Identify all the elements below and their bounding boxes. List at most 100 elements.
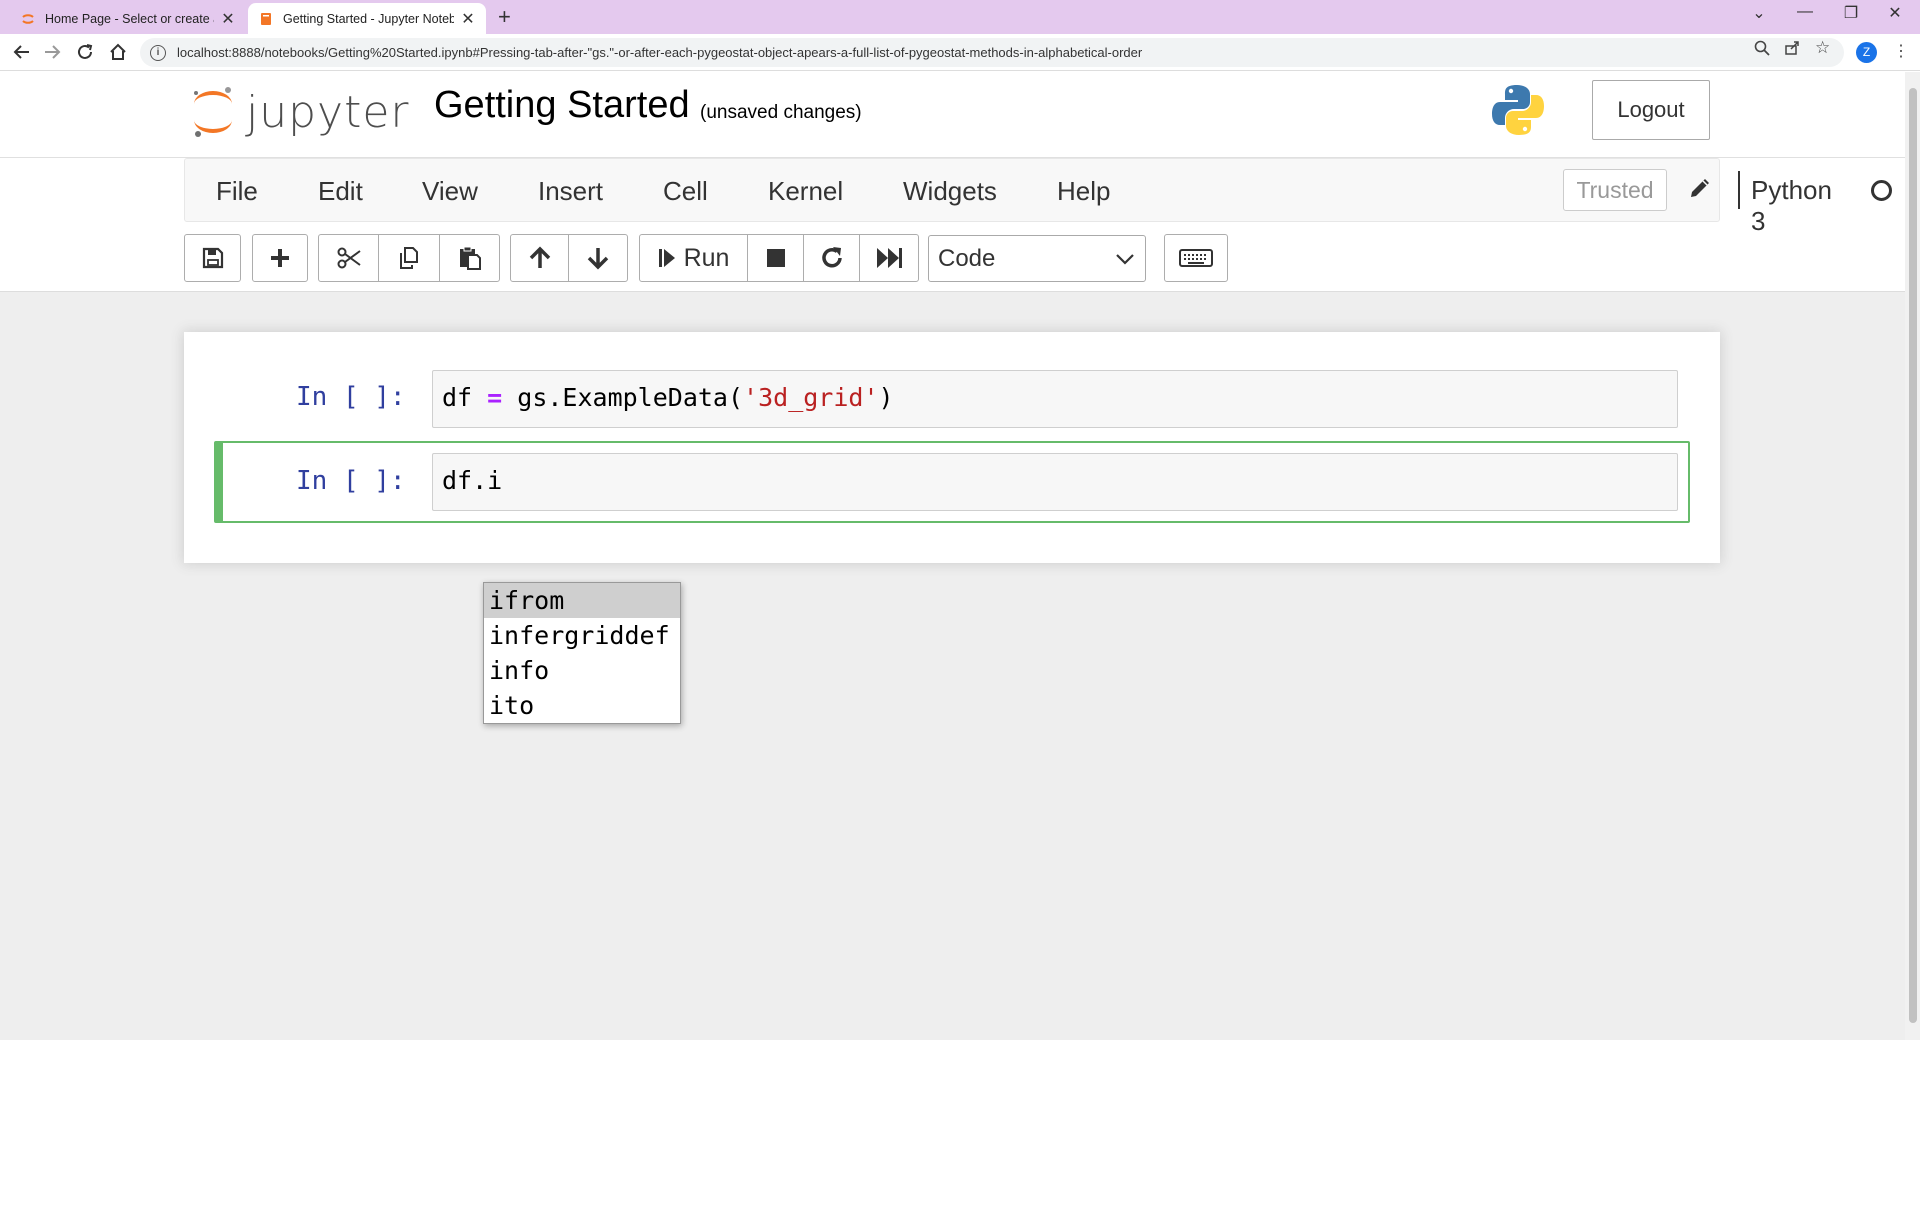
save-status: (unsaved changes)	[700, 102, 862, 123]
close-tab-icon[interactable]: ✕	[460, 9, 476, 29]
jupyter-favicon-icon	[20, 11, 36, 27]
scrollbar-thumb[interactable]	[1909, 88, 1917, 1023]
cell-type-value: Code	[938, 244, 996, 272]
blank-area	[0, 1040, 1920, 1208]
code-cell-selected[interactable]: In [ ]: df.i	[214, 441, 1690, 523]
code-editor[interactable]: df = gs.ExampleData('3d_grid')	[432, 370, 1678, 428]
code-token-operator: =	[472, 383, 518, 412]
menu-kernel[interactable]: Kernel	[768, 176, 843, 207]
close-window-icon[interactable]: ✕	[1880, 3, 1910, 23]
save-button[interactable]	[185, 235, 240, 281]
logout-button[interactable]: Logout	[1592, 80, 1710, 140]
close-tab-icon[interactable]: ✕	[220, 9, 236, 29]
insert-cell-button[interactable]	[253, 235, 307, 281]
run-button[interactable]: Run	[640, 235, 748, 281]
python-logo-icon	[1490, 82, 1546, 143]
code-line: df.i	[442, 466, 503, 495]
copy-icon	[400, 247, 418, 269]
new-tab-button[interactable]: +	[498, 4, 511, 30]
code-token: df	[442, 383, 473, 412]
address-bar[interactable]: i localhost:8888/notebooks/Getting%20Sta…	[140, 38, 1844, 67]
refresh-icon	[821, 247, 842, 268]
command-palette-button[interactable]	[1165, 235, 1227, 281]
restart-run-all-button[interactable]	[860, 235, 918, 281]
paste-icon	[459, 246, 481, 270]
paste-button[interactable]	[440, 235, 499, 281]
jupyter-logo[interactable]: jupyter	[190, 84, 410, 140]
completion-option[interactable]: infergriddef	[484, 618, 680, 653]
completion-option[interactable]: ito	[484, 688, 680, 723]
move-down-button[interactable]	[569, 235, 627, 281]
browser-tab-home[interactable]: Home Page - Select or create a n ✕	[10, 3, 246, 34]
toolbar-group-save	[184, 234, 241, 282]
notebook-favicon-icon	[258, 11, 274, 27]
code-cell[interactable]: In [ ]: df = gs.ExampleData('3d_grid')	[214, 370, 1690, 428]
move-up-button[interactable]	[511, 235, 569, 281]
jupyter-logo-icon	[194, 87, 232, 137]
share-icon[interactable]	[1784, 40, 1800, 60]
code-token: gs.ExampleData(	[517, 383, 744, 412]
menu-cell[interactable]: Cell	[663, 176, 708, 207]
step-forward-icon	[658, 249, 675, 267]
restart-kernel-button[interactable]	[804, 235, 860, 281]
arrow-down-icon	[587, 248, 609, 270]
completion-option[interactable]: info	[484, 653, 680, 688]
toolbar-group-move	[510, 234, 628, 282]
kernel-separator	[1738, 171, 1740, 209]
code-token: )	[878, 383, 894, 412]
menu-insert[interactable]: Insert	[538, 176, 603, 207]
jupyter-page: jupyter Getting Started (unsaved changes…	[0, 72, 1905, 1040]
autocomplete-dropdown[interactable]: ifrom infergriddef info ito	[483, 582, 681, 724]
notebook-title[interactable]: Getting Started	[434, 84, 690, 127]
back-arrow-icon[interactable]	[10, 40, 34, 64]
scissors-icon	[337, 247, 361, 269]
restore-icon[interactable]: ❐	[1836, 3, 1866, 23]
save-icon	[202, 247, 223, 269]
input-prompt: In [ ]:	[296, 466, 406, 496]
fast-forward-icon	[877, 248, 902, 268]
tab-title: Home Page - Select or create a n	[45, 11, 214, 26]
bookmark-star-icon[interactable]: ☆	[1815, 38, 1830, 58]
menu-file[interactable]: File	[216, 176, 258, 207]
toolbar-group-run: Run	[639, 234, 919, 282]
copy-button[interactable]	[379, 235, 440, 281]
menu-help[interactable]: Help	[1057, 176, 1110, 207]
toolbar-group-edit	[318, 234, 500, 282]
cell-type-select[interactable]: Code	[928, 235, 1146, 282]
forward-arrow-icon[interactable]	[40, 40, 64, 64]
menubar-container: File Edit View Insert Cell Kernel Widget…	[0, 158, 1905, 292]
minimize-icon[interactable]: —	[1790, 3, 1820, 21]
reload-icon[interactable]	[73, 40, 97, 64]
url-text: localhost:8888/notebooks/Getting%20Start…	[177, 45, 1143, 60]
page-scrollbar[interactable]	[1905, 72, 1920, 1040]
code-editor[interactable]: df.i	[432, 453, 1678, 511]
home-icon[interactable]	[106, 40, 130, 64]
arrow-up-icon	[529, 246, 550, 268]
chevron-down-icon	[1115, 248, 1135, 276]
code-token-string: '3d_grid'	[743, 383, 879, 412]
menu-view[interactable]: View	[422, 176, 478, 207]
browser-menu-icon[interactable]: ⋮	[1893, 41, 1909, 61]
menu-edit[interactable]: Edit	[318, 176, 363, 207]
keyboard-icon	[1179, 249, 1213, 267]
notebook-container: In [ ]: df = gs.ExampleData('3d_grid') I…	[184, 332, 1720, 563]
interrupt-kernel-button[interactable]	[748, 235, 804, 281]
trusted-indicator[interactable]: Trusted	[1563, 169, 1667, 211]
site-info-icon[interactable]: i	[150, 44, 166, 61]
menu-widgets[interactable]: Widgets	[903, 176, 997, 207]
browser-tab-notebook[interactable]: Getting Started - Jupyter Notebo ✕	[248, 3, 486, 34]
jupyter-logo-text: jupyter	[246, 86, 410, 138]
kernel-name[interactable]: Python 3	[1751, 175, 1832, 237]
toolbar-group-shortcuts	[1164, 234, 1228, 282]
stop-icon	[766, 249, 785, 267]
completion-option[interactable]: ifrom	[484, 583, 680, 618]
notebook-header: jupyter Getting Started (unsaved changes…	[0, 72, 1905, 158]
tab-search-chevron-icon[interactable]: ⌄	[1744, 3, 1774, 23]
tab-title: Getting Started - Jupyter Notebo	[283, 11, 454, 26]
profile-avatar[interactable]: Z	[1856, 42, 1877, 63]
menubar: File Edit View Insert Cell Kernel Widget…	[184, 158, 1892, 236]
plus-icon	[271, 249, 289, 267]
cut-button[interactable]	[319, 235, 379, 281]
zoom-icon[interactable]	[1754, 40, 1770, 60]
run-label: Run	[683, 243, 730, 272]
